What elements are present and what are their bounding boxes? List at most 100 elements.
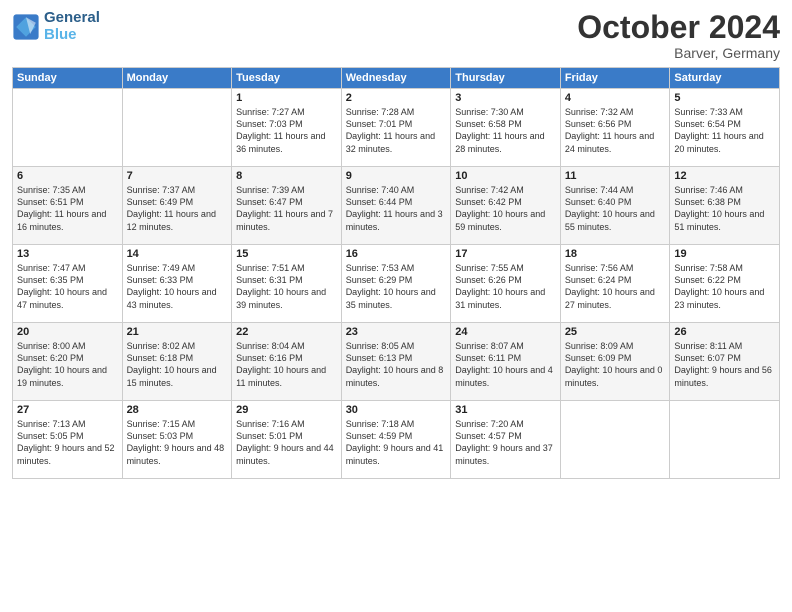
day-number: 13 bbox=[17, 248, 118, 260]
day-number: 28 bbox=[127, 404, 228, 416]
day-info: Sunrise: 8:11 AM Sunset: 6:07 PM Dayligh… bbox=[674, 340, 775, 389]
day-info: Sunrise: 7:28 AM Sunset: 7:01 PM Dayligh… bbox=[346, 106, 447, 155]
col-monday: Monday bbox=[122, 68, 232, 89]
day-number: 5 bbox=[674, 92, 775, 104]
day-number: 25 bbox=[565, 326, 666, 338]
day-number: 10 bbox=[455, 170, 556, 182]
day-cell: 1 Sunrise: 7:27 AM Sunset: 7:03 PM Daylig… bbox=[232, 89, 342, 167]
month-title: October 2024 bbox=[577, 10, 780, 45]
calendar-page: General Blue October 2024 Barver, German… bbox=[0, 0, 792, 612]
location: Barver, Germany bbox=[577, 45, 780, 61]
day-number: 27 bbox=[17, 404, 118, 416]
day-cell bbox=[13, 89, 123, 167]
day-number: 22 bbox=[236, 326, 337, 338]
day-info: Sunrise: 7:37 AM Sunset: 6:49 PM Dayligh… bbox=[127, 184, 228, 233]
day-cell: 22Sunrise: 8:04 AM Sunset: 6:16 PM Dayli… bbox=[232, 323, 342, 401]
day-info: Sunrise: 8:05 AM Sunset: 6:13 PM Dayligh… bbox=[346, 340, 447, 389]
day-cell: 11 Sunrise: 7:44 AM Sunset: 6:40 PM Dayli… bbox=[560, 167, 670, 245]
day-cell: 25 Sunrise: 8:09 AM Sunset: 6:09 PM Dayli… bbox=[560, 323, 670, 401]
day-number: 31 bbox=[455, 404, 556, 416]
day-info: Sunrise: 7:16 AM Sunset: 5:01 PM Dayligh… bbox=[236, 418, 337, 467]
week-row-2: 6 Sunrise: 7:35 AM Sunset: 6:51 PM Daylig… bbox=[13, 167, 780, 245]
day-number: 12 bbox=[674, 170, 775, 182]
day-info: Sunrise: 7:18 AM Sunset: 4:59 PM Dayligh… bbox=[346, 418, 447, 467]
day-cell: 24 Sunrise: 8:07 AM Sunset: 6:11 PM Dayli… bbox=[451, 323, 561, 401]
logo-text: General Blue bbox=[44, 10, 100, 43]
day-info: Sunrise: 7:51 AM Sunset: 6:31 PM Dayligh… bbox=[236, 262, 337, 311]
day-info: Sunrise: 7:44 AM Sunset: 6:40 PM Dayligh… bbox=[565, 184, 666, 233]
day-info: Sunrise: 7:46 AM Sunset: 6:38 PM Dayligh… bbox=[674, 184, 775, 233]
week-row-4: 20 Sunrise: 8:00 AM Sunset: 6:20 PM Dayli… bbox=[13, 323, 780, 401]
calendar-table: Sunday Monday Tuesday Wednesday Thursday… bbox=[12, 67, 780, 479]
day-cell: 5 Sunrise: 7:33 AM Sunset: 6:54 PM Daylig… bbox=[670, 89, 780, 167]
day-info: Sunrise: 7:56 AM Sunset: 6:24 PM Dayligh… bbox=[565, 262, 666, 311]
day-cell: 3 Sunrise: 7:30 AM Sunset: 6:58 PM Daylig… bbox=[451, 89, 561, 167]
day-number: 19 bbox=[674, 248, 775, 260]
day-cell: 7Sunrise: 7:37 AM Sunset: 6:49 PM Daylig… bbox=[122, 167, 232, 245]
day-number: 18 bbox=[565, 248, 666, 260]
day-cell: 26Sunrise: 8:11 AM Sunset: 6:07 PM Dayli… bbox=[670, 323, 780, 401]
day-info: Sunrise: 7:42 AM Sunset: 6:42 PM Dayligh… bbox=[455, 184, 556, 233]
day-info: Sunrise: 7:35 AM Sunset: 6:51 PM Dayligh… bbox=[17, 184, 118, 233]
day-number: 24 bbox=[455, 326, 556, 338]
day-info: Sunrise: 7:40 AM Sunset: 6:44 PM Dayligh… bbox=[346, 184, 447, 233]
page-header: General Blue October 2024 Barver, German… bbox=[12, 10, 780, 61]
day-info: Sunrise: 7:39 AM Sunset: 6:47 PM Dayligh… bbox=[236, 184, 337, 233]
day-number: 9 bbox=[346, 170, 447, 182]
day-info: Sunrise: 8:07 AM Sunset: 6:11 PM Dayligh… bbox=[455, 340, 556, 389]
day-cell: 27 Sunrise: 7:13 AM Sunset: 5:05 PM Dayli… bbox=[13, 401, 123, 479]
day-cell: 8 Sunrise: 7:39 AM Sunset: 6:47 PM Daylig… bbox=[232, 167, 342, 245]
title-block: October 2024 Barver, Germany bbox=[577, 10, 780, 61]
day-cell: 10 Sunrise: 7:42 AM Sunset: 6:42 PM Dayli… bbox=[451, 167, 561, 245]
header-row: Sunday Monday Tuesday Wednesday Thursday… bbox=[13, 68, 780, 89]
day-cell: 12 Sunrise: 7:46 AM Sunset: 6:38 PM Dayli… bbox=[670, 167, 780, 245]
day-cell: 16 Sunrise: 7:53 AM Sunset: 6:29 PM Dayli… bbox=[341, 245, 451, 323]
day-cell bbox=[670, 401, 780, 479]
day-number: 29 bbox=[236, 404, 337, 416]
day-cell bbox=[560, 401, 670, 479]
day-info: Sunrise: 7:32 AM Sunset: 6:56 PM Dayligh… bbox=[565, 106, 666, 155]
day-number: 8 bbox=[236, 170, 337, 182]
day-cell: 23 Sunrise: 8:05 AM Sunset: 6:13 PM Dayli… bbox=[341, 323, 451, 401]
day-info: Sunrise: 7:58 AM Sunset: 6:22 PM Dayligh… bbox=[674, 262, 775, 311]
day-number: 21 bbox=[127, 326, 228, 338]
day-info: Sunrise: 8:09 AM Sunset: 6:09 PM Dayligh… bbox=[565, 340, 666, 389]
day-number: 1 bbox=[236, 92, 337, 104]
day-info: Sunrise: 7:53 AM Sunset: 6:29 PM Dayligh… bbox=[346, 262, 447, 311]
col-saturday: Saturday bbox=[670, 68, 780, 89]
day-cell: 9 Sunrise: 7:40 AM Sunset: 6:44 PM Daylig… bbox=[341, 167, 451, 245]
day-cell: 21 Sunrise: 8:02 AM Sunset: 6:18 PM Dayli… bbox=[122, 323, 232, 401]
day-cell: 30 Sunrise: 7:18 AM Sunset: 4:59 PM Dayli… bbox=[341, 401, 451, 479]
day-info: Sunrise: 7:15 AM Sunset: 5:03 PM Dayligh… bbox=[127, 418, 228, 467]
week-row-1: 1 Sunrise: 7:27 AM Sunset: 7:03 PM Daylig… bbox=[13, 89, 780, 167]
col-friday: Friday bbox=[560, 68, 670, 89]
logo-icon bbox=[12, 13, 40, 41]
week-row-5: 27 Sunrise: 7:13 AM Sunset: 5:05 PM Dayli… bbox=[13, 401, 780, 479]
day-info: Sunrise: 7:55 AM Sunset: 6:26 PM Dayligh… bbox=[455, 262, 556, 311]
day-number: 3 bbox=[455, 92, 556, 104]
day-info: Sunrise: 8:02 AM Sunset: 6:18 PM Dayligh… bbox=[127, 340, 228, 389]
col-thursday: Thursday bbox=[451, 68, 561, 89]
day-cell: 4Sunrise: 7:32 AM Sunset: 6:56 PM Daylig… bbox=[560, 89, 670, 167]
logo: General Blue bbox=[12, 10, 100, 43]
day-info: Sunrise: 7:27 AM Sunset: 7:03 PM Dayligh… bbox=[236, 106, 337, 155]
day-number: 30 bbox=[346, 404, 447, 416]
day-info: Sunrise: 7:30 AM Sunset: 6:58 PM Dayligh… bbox=[455, 106, 556, 155]
day-number: 20 bbox=[17, 326, 118, 338]
day-info: Sunrise: 7:33 AM Sunset: 6:54 PM Dayligh… bbox=[674, 106, 775, 155]
day-number: 11 bbox=[565, 170, 666, 182]
day-cell: 29 Sunrise: 7:16 AM Sunset: 5:01 PM Dayli… bbox=[232, 401, 342, 479]
day-number: 23 bbox=[346, 326, 447, 338]
col-wednesday: Wednesday bbox=[341, 68, 451, 89]
day-cell: 18 Sunrise: 7:56 AM Sunset: 6:24 PM Dayli… bbox=[560, 245, 670, 323]
day-cell: 17 Sunrise: 7:55 AM Sunset: 6:26 PM Dayli… bbox=[451, 245, 561, 323]
day-cell: 31Sunrise: 7:20 AM Sunset: 4:57 PM Dayli… bbox=[451, 401, 561, 479]
day-info: Sunrise: 7:49 AM Sunset: 6:33 PM Dayligh… bbox=[127, 262, 228, 311]
day-number: 17 bbox=[455, 248, 556, 260]
day-info: Sunrise: 7:13 AM Sunset: 5:05 PM Dayligh… bbox=[17, 418, 118, 467]
day-info: Sunrise: 8:00 AM Sunset: 6:20 PM Dayligh… bbox=[17, 340, 118, 389]
day-number: 16 bbox=[346, 248, 447, 260]
day-cell: 28 Sunrise: 7:15 AM Sunset: 5:03 PM Dayli… bbox=[122, 401, 232, 479]
day-number: 6 bbox=[17, 170, 118, 182]
day-cell bbox=[122, 89, 232, 167]
